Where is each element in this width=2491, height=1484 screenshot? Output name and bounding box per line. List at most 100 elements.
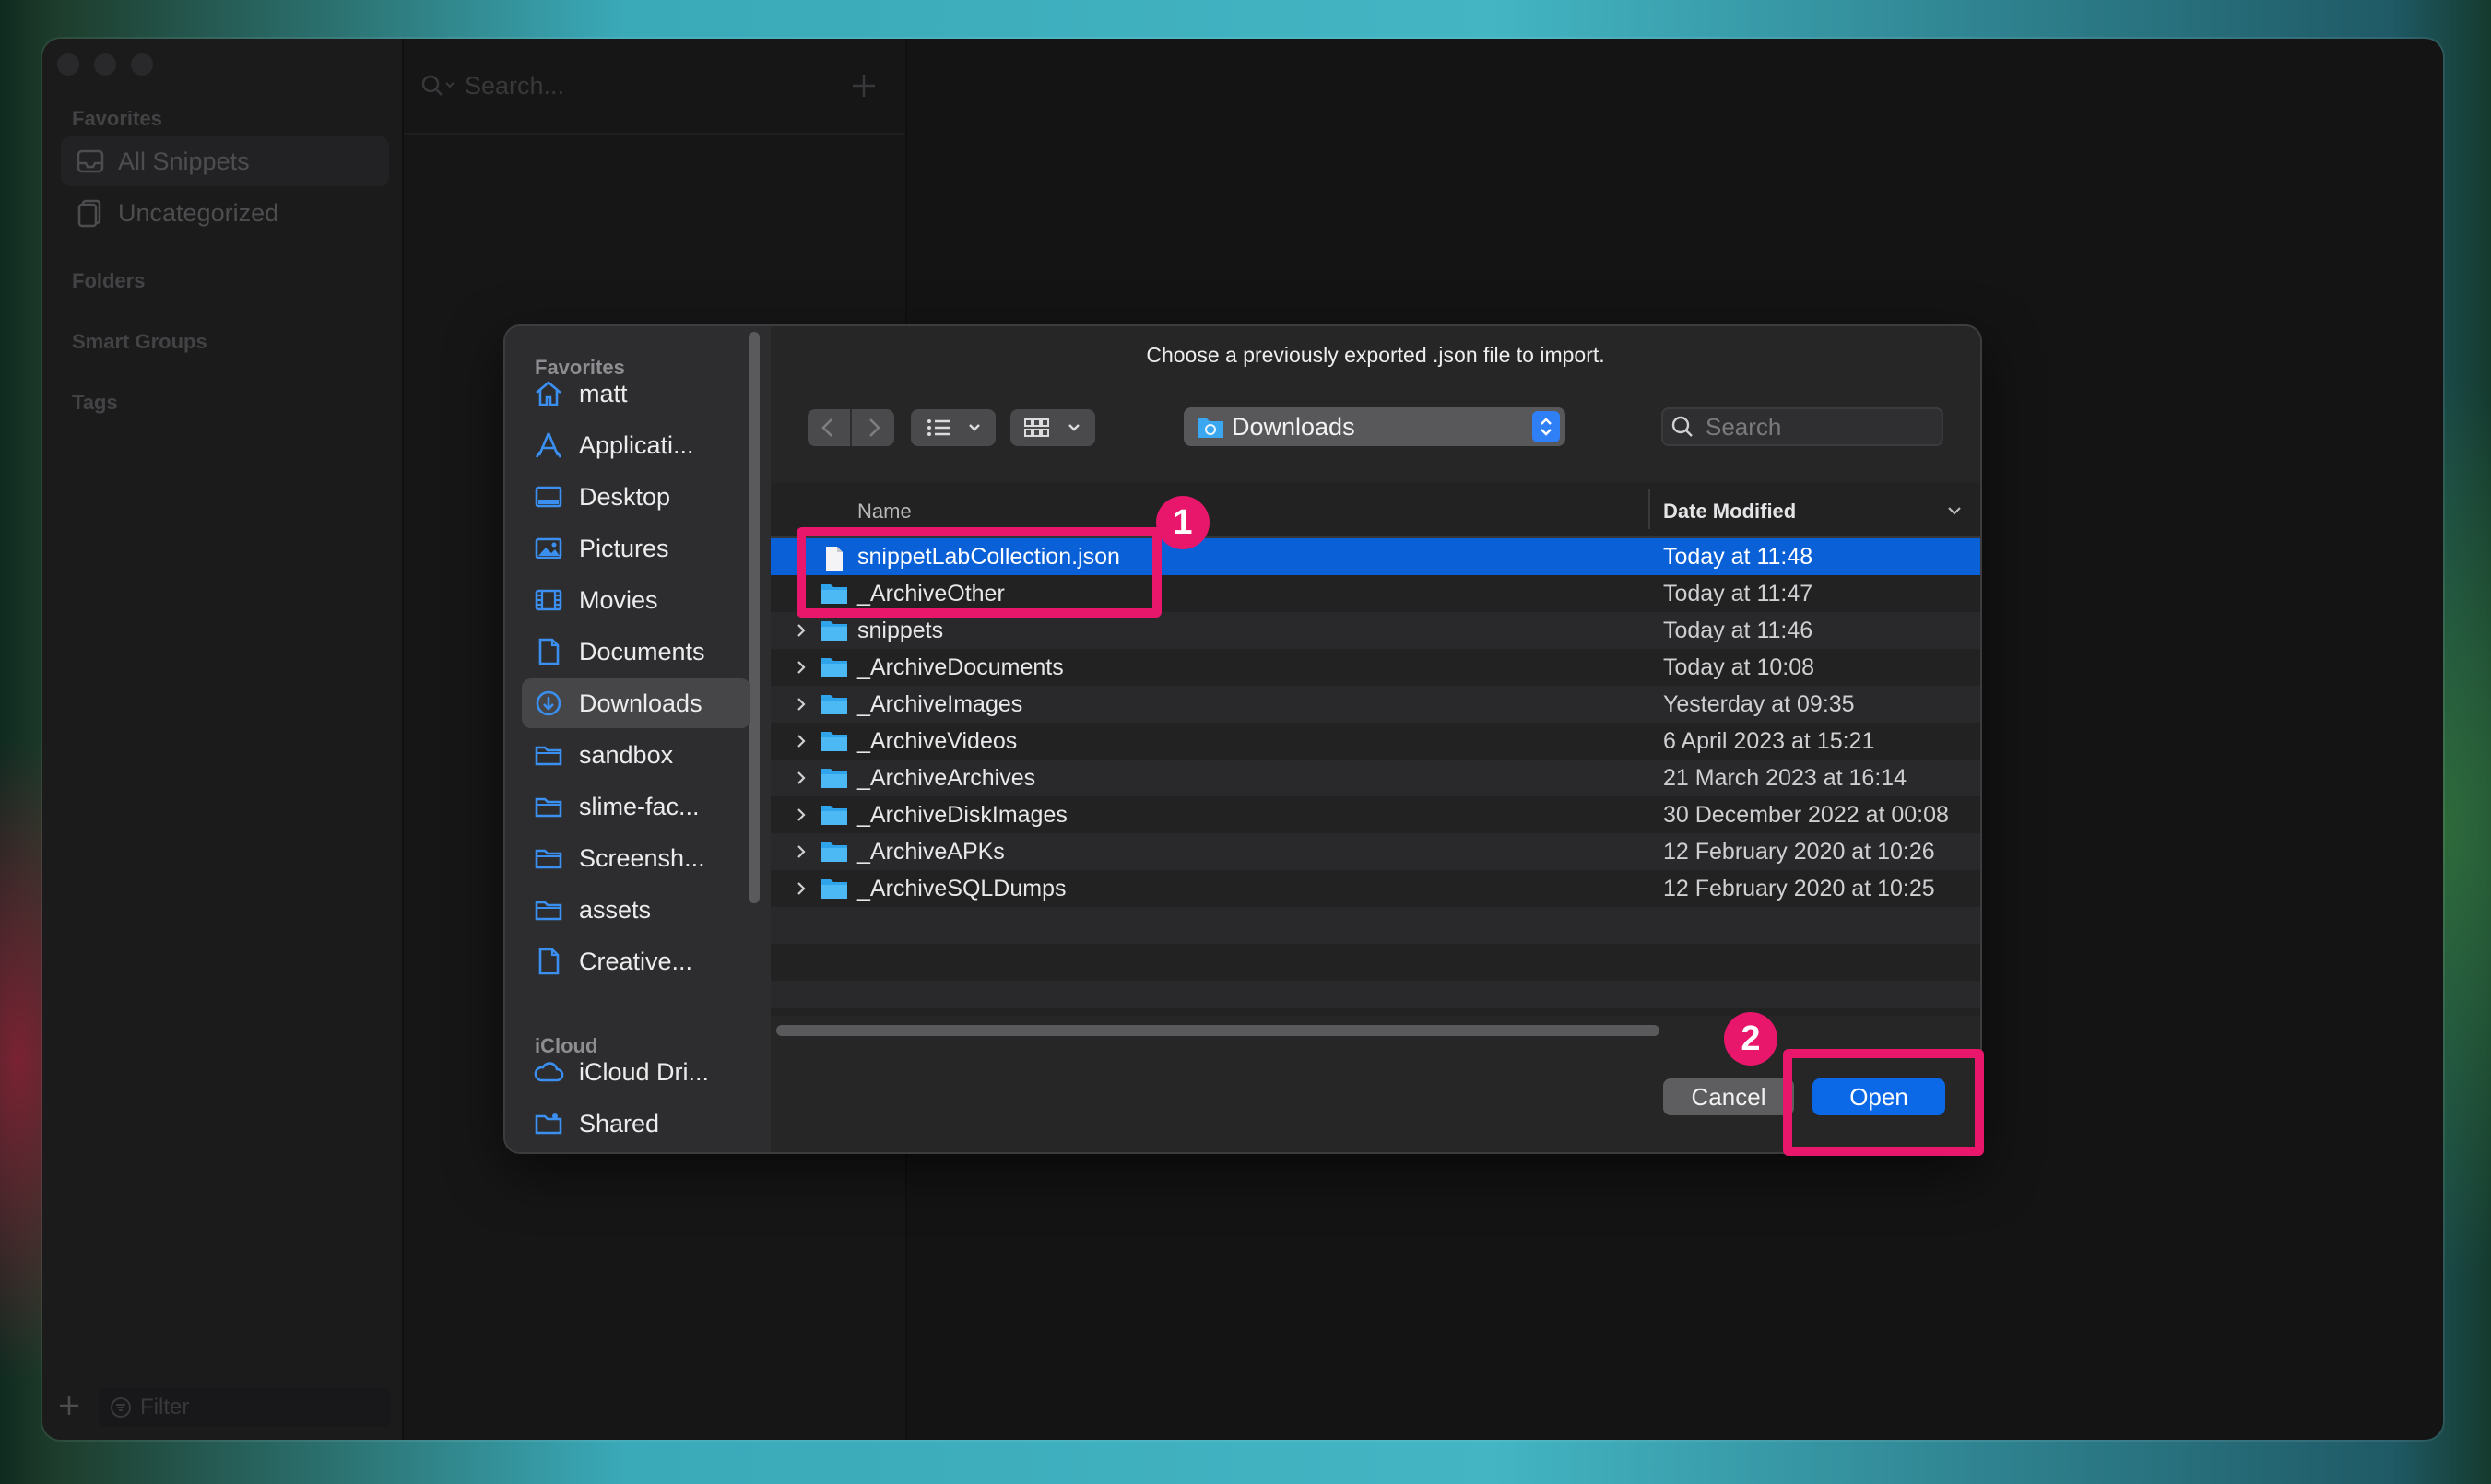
sidebar-item-label: Screensh... — [579, 843, 705, 872]
sidebar-item-shared[interactable]: Shared — [522, 1099, 750, 1148]
disclosure-chevron-icon[interactable] — [793, 843, 809, 860]
step-badge-1: 1 — [1156, 496, 1210, 549]
sidebar-item-label: matt — [579, 379, 628, 407]
folder-icon — [820, 655, 848, 679]
folder-icon — [533, 739, 564, 771]
highlight-box-open — [1783, 1049, 1984, 1156]
file-date: 30 December 2022 at 00:08 — [1663, 801, 1949, 828]
file-name: snippets — [857, 617, 944, 643]
file-date: 12 February 2020 at 10:26 — [1663, 838, 1935, 865]
sidebar-item-label: Applicati... — [579, 430, 694, 459]
file-date: 12 February 2020 at 10:25 — [1663, 875, 1935, 901]
folder-icon — [820, 729, 848, 753]
location-popup[interactable]: Downloads — [1184, 407, 1565, 446]
sidebar-item-matt[interactable]: matt — [522, 369, 750, 418]
file-name: _ArchiveDiskImages — [857, 801, 1068, 828]
pictures-icon — [533, 533, 564, 564]
file-row-archivedocuments[interactable]: _ArchiveDocuments Today at 10:08 — [771, 649, 1980, 686]
back-forward-control — [808, 409, 894, 446]
sidebar-item-applications[interactable]: Applicati... — [522, 420, 750, 470]
search-placeholder: Search — [1706, 412, 1782, 441]
disclosure-chevron-icon[interactable] — [793, 807, 809, 823]
downloads-icon — [533, 688, 564, 719]
column-divider[interactable] — [1648, 489, 1650, 529]
horizontal-scrollbar[interactable] — [776, 1025, 1659, 1036]
file-date: Today at 11:46 — [1663, 617, 1813, 643]
step-badge-2: 2 — [1724, 1012, 1777, 1066]
sidebar-item-assets[interactable]: assets — [522, 885, 750, 935]
movies-icon — [533, 584, 564, 616]
document-icon — [533, 946, 564, 977]
sidebar-item-label: slime-fac... — [579, 792, 700, 820]
disclosure-chevron-icon[interactable] — [793, 770, 809, 786]
dialog-sidebar: Favorites matt Applicati... Desktop Pict… — [505, 326, 771, 1152]
file-row-archivevideos[interactable]: _ArchiveVideos 6 April 2023 at 15:21 — [771, 723, 1980, 760]
file-date: 21 March 2023 at 16:14 — [1663, 764, 1907, 791]
sidebar-item-pictures[interactable]: Pictures — [522, 524, 750, 573]
column-date-modified[interactable]: Date Modified — [1663, 500, 1796, 524]
cloud-icon — [533, 1056, 564, 1088]
sort-chevron-down-icon[interactable] — [1945, 503, 1964, 518]
folder-icon — [820, 618, 848, 642]
sidebar-item-documents[interactable]: Documents — [522, 627, 750, 677]
back-button[interactable] — [808, 409, 850, 446]
file-name: _ArchiveDocuments — [857, 654, 1064, 680]
file-name: _ArchiveArchives — [857, 764, 1036, 791]
location-label: Downloads — [1232, 412, 1355, 441]
file-row-archivearchives[interactable]: _ArchiveArchives 21 March 2023 at 16:14 — [771, 760, 1980, 796]
applications-icon — [533, 430, 564, 461]
file-date: Today at 11:48 — [1663, 543, 1813, 570]
disclosure-chevron-icon[interactable] — [793, 880, 809, 897]
file-date: Yesterday at 09:35 — [1663, 690, 1855, 717]
sidebar-item-label: Shared — [579, 1109, 660, 1137]
document-icon — [533, 636, 564, 667]
downloads-folder-icon — [1197, 415, 1224, 439]
home-icon — [533, 378, 564, 409]
sidebar-item-desktop[interactable]: Desktop — [522, 472, 750, 522]
sidebar-item-slime-factory[interactable]: slime-fac... — [522, 782, 750, 831]
grid-view-button[interactable] — [1010, 409, 1095, 446]
sidebar-item-label: Creative... — [579, 947, 693, 975]
sidebar-item-sandbox[interactable]: sandbox — [522, 730, 750, 780]
folder-icon — [820, 877, 848, 901]
sidebar-item-screenshots[interactable]: Screensh... — [522, 833, 750, 883]
dialog-prompt: Choose a previously exported .json file … — [1146, 343, 1605, 367]
disclosure-chevron-icon[interactable] — [793, 696, 809, 713]
sidebar-item-label: Pictures — [579, 534, 669, 562]
sidebar-item-movies[interactable]: Movies — [522, 575, 750, 625]
forward-button[interactable] — [852, 409, 894, 446]
file-row-snippets[interactable]: snippets Today at 11:46 — [771, 612, 1980, 649]
cancel-button[interactable]: Cancel — [1663, 1078, 1794, 1115]
folder-icon — [820, 766, 848, 790]
sidebar-item-creative[interactable]: Creative... — [522, 936, 750, 986]
file-date: Today at 10:08 — [1663, 654, 1815, 680]
disclosure-chevron-icon[interactable] — [793, 659, 809, 676]
file-row-archiveimages[interactable]: _ArchiveImages Yesterday at 09:35 — [771, 686, 1980, 723]
folder-icon — [533, 894, 564, 925]
search-icon — [1671, 415, 1694, 439]
file-row-archiveapks[interactable]: _ArchiveAPKs 12 February 2020 at 10:26 — [771, 833, 1980, 870]
empty-row — [771, 981, 1980, 1008]
disclosure-chevron-icon[interactable] — [793, 733, 809, 749]
location-stepper[interactable] — [1532, 411, 1560, 442]
sidebar-item-downloads[interactable]: Downloads — [522, 678, 750, 728]
sidebar-item-label: iCloud Dri... — [579, 1057, 710, 1086]
file-date: Today at 11:47 — [1663, 580, 1813, 607]
file-name: _ArchiveImages — [857, 690, 1023, 717]
chevron-left-icon — [808, 409, 850, 446]
list-view-button[interactable] — [911, 409, 996, 446]
file-row-archivesqldumps[interactable]: _ArchiveSQLDumps 12 February 2020 at 10:… — [771, 870, 1980, 907]
disclosure-chevron-icon[interactable] — [793, 622, 809, 639]
folder-icon — [820, 692, 848, 716]
dialog-search-field[interactable]: Search — [1661, 407, 1943, 446]
sidebar-item-label: assets — [579, 895, 652, 924]
folder-icon — [533, 791, 564, 822]
sidebar-item-label: Documents — [579, 637, 705, 665]
file-name: _ArchiveVideos — [857, 727, 1018, 754]
file-row-archivediskimages[interactable]: _ArchiveDiskImages 30 December 2022 at 0… — [771, 796, 1980, 833]
horizontal-scroll-track — [771, 1016, 1980, 1045]
sidebar-item-icloud-drive[interactable]: iCloud Dri... — [522, 1047, 750, 1097]
folder-icon — [820, 840, 848, 864]
file-name: _ArchiveSQLDumps — [857, 875, 1067, 901]
column-name[interactable]: Name — [857, 500, 912, 524]
